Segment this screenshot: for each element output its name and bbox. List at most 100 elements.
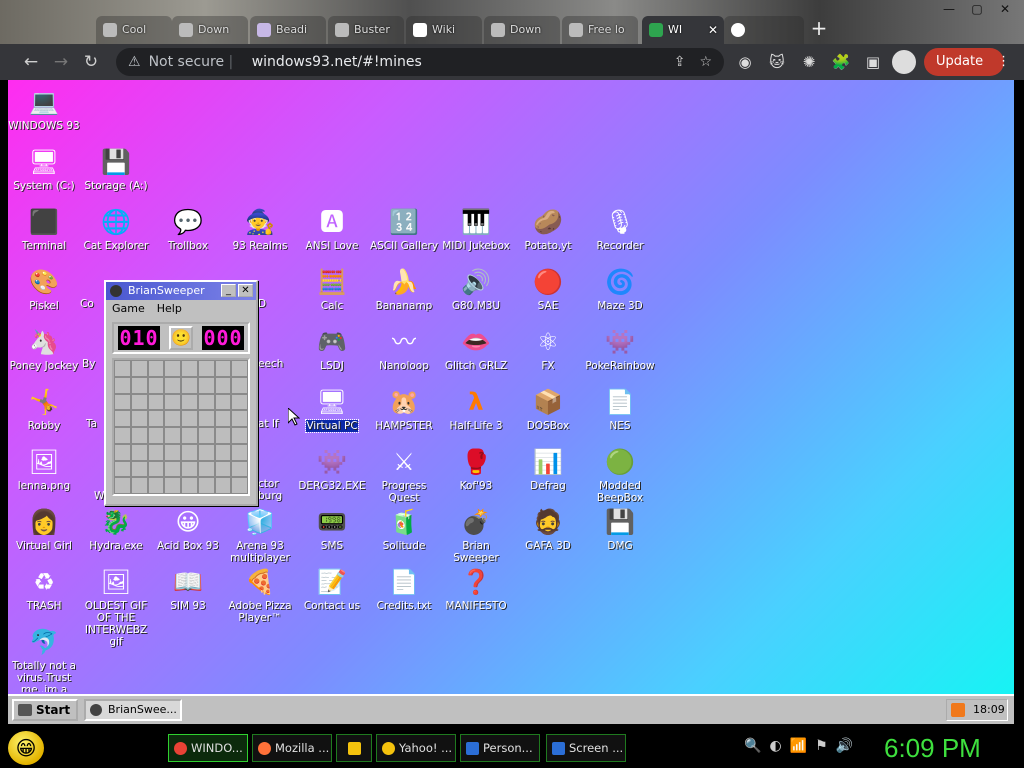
mine-cell[interactable]	[130, 410, 148, 427]
desktop-icon[interactable]: 😀 Acid Box 93	[152, 506, 224, 552]
close-button[interactable]: ✕	[238, 284, 253, 297]
mine-cell[interactable]	[181, 443, 198, 461]
desktop-icon[interactable]: 🐹 HAMPSTER	[368, 386, 440, 432]
smiley-reset-button[interactable]: 🙂	[169, 326, 193, 350]
desktop-icon[interactable]: 🦄 Poney Jockey	[8, 326, 80, 372]
bookmark-star-icon[interactable]: ☆	[699, 48, 712, 76]
profile-avatar[interactable]	[892, 50, 916, 74]
desktop-icon[interactable]: 📄 NES	[584, 386, 656, 432]
mine-cell[interactable]	[181, 376, 198, 394]
mine-cell[interactable]	[130, 360, 148, 377]
browser-tab[interactable]: Cool	[96, 16, 172, 44]
restore-button[interactable]: ▢	[966, 0, 988, 18]
mine-cell[interactable]	[114, 410, 131, 427]
desktop-icon[interactable]: 🎙 Recorder	[584, 206, 656, 252]
desktop-icon[interactable]: 🍌 Bananamp	[368, 266, 440, 312]
rss-icon[interactable]	[951, 703, 965, 717]
side-panel-icon[interactable]: ▣	[862, 51, 884, 73]
desktop-icon[interactable]: 📄 Credits.txt	[368, 566, 440, 612]
mine-cell[interactable]	[114, 477, 131, 494]
desktop-icon[interactable]: 📦 DOSBox	[512, 386, 584, 432]
mine-cell[interactable]	[231, 410, 248, 427]
mine-cell[interactable]	[130, 443, 148, 461]
desktop-icon[interactable]: ⚛ FX	[512, 326, 584, 372]
mine-cell[interactable]	[231, 393, 248, 411]
mine-cell[interactable]	[164, 360, 181, 377]
share-icon[interactable]: ⇪	[674, 48, 686, 76]
desktop-icon[interactable]: 🔴 SAE	[512, 266, 584, 312]
mine-cell[interactable]	[114, 360, 131, 377]
mine-cell[interactable]	[164, 477, 181, 494]
browser-tab-active[interactable]: WI ✕	[642, 16, 724, 44]
close-window-button[interactable]: ✕	[994, 0, 1016, 18]
mine-cell[interactable]	[147, 460, 165, 478]
mine-cell[interactable]	[114, 393, 131, 411]
mine-cell[interactable]	[197, 460, 215, 478]
mine-cell[interactable]	[231, 376, 248, 394]
mine-cell[interactable]	[197, 410, 215, 427]
desktop-icon[interactable]: 🖥 System (C:)	[8, 146, 80, 192]
desktop-icon[interactable]: 🌐 Cat Explorer	[80, 206, 152, 252]
volume-icon[interactable]: 🔊	[836, 738, 853, 754]
mine-cell[interactable]	[197, 393, 215, 411]
desktop-icon[interactable]: 📖 SIM 93	[152, 566, 224, 612]
desktop-icon[interactable]: 🌀 Maze 3D	[584, 266, 656, 312]
desktop-icon[interactable]: 🎹 MIDI Jukebox	[440, 206, 512, 252]
desktop-icon[interactable]: 📟 SMS	[296, 506, 368, 552]
desktop-icon[interactable]: 👾 DERG32.EXE	[296, 446, 368, 492]
status-icon[interactable]: ◐	[769, 738, 781, 754]
desktop-icon[interactable]: 📊 Defrag	[512, 446, 584, 492]
mine-cell[interactable]	[197, 427, 215, 444]
desktop-icon[interactable]: 🧮 Calc	[296, 266, 368, 312]
mine-cell[interactable]	[181, 393, 198, 411]
mine-cell[interactable]	[197, 477, 215, 494]
mine-cell[interactable]	[214, 460, 232, 478]
menu-game[interactable]: Game	[112, 300, 145, 318]
start-orb-smiley-icon[interactable]: 😁	[8, 731, 44, 765]
desktop-icon[interactable]: λ Half-Life 3	[440, 386, 512, 432]
desktop-icon[interactable]: 🤸 Robby	[8, 386, 80, 432]
desktop-icon[interactable]: 📝 Contact us	[296, 566, 368, 612]
host-task-button[interactable]: Mozilla ...	[252, 734, 332, 762]
mine-cell[interactable]	[147, 477, 165, 494]
address-bar[interactable]: ⚠ Not secure | windows93.net/#!mines ⇪ ☆	[116, 48, 724, 76]
mine-cell[interactable]	[114, 427, 131, 444]
browser-tab[interactable]: Down	[484, 16, 560, 44]
extension-gear-icon[interactable]: ✺	[798, 51, 820, 73]
mine-cell[interactable]	[214, 427, 232, 444]
mine-cell[interactable]	[214, 393, 232, 411]
mine-cell[interactable]	[164, 393, 181, 411]
back-icon[interactable]: ←	[16, 47, 46, 77]
desktop-icon[interactable]: 🐉 Hydra.exe	[80, 506, 152, 552]
mine-cell[interactable]	[181, 410, 198, 427]
desktop-icon[interactable]: 💬 Trollbox	[152, 206, 224, 252]
desktop-icon[interactable]: 🔢 ASCII Gallery	[368, 206, 440, 252]
desktop-icon[interactable]: 🟢 Modded BeepBox	[584, 446, 656, 504]
mine-cell[interactable]	[231, 427, 248, 444]
network-icon[interactable]: 📶	[790, 738, 807, 754]
mine-cell[interactable]	[231, 460, 248, 478]
host-task-button[interactable]	[336, 734, 372, 762]
mine-cell[interactable]	[130, 477, 148, 494]
mine-cell[interactable]	[214, 443, 232, 461]
desktop-icon[interactable]: 🅰 ANSI Love	[296, 206, 368, 252]
browser-tab[interactable]: Wiki	[406, 16, 482, 44]
mine-cell[interactable]	[130, 393, 148, 411]
mine-cell[interactable]	[231, 443, 248, 461]
desktop-icon[interactable]: ⚔ Progress Quest	[368, 446, 440, 504]
mine-cell[interactable]	[147, 427, 165, 444]
mine-cell[interactable]	[181, 477, 198, 494]
desktop-icon[interactable]: 👩 Virtual Girl	[8, 506, 80, 552]
mine-cell[interactable]	[181, 460, 198, 478]
new-tab-button[interactable]: +	[808, 18, 830, 40]
mine-cell[interactable]	[231, 360, 248, 377]
host-task-button[interactable]: WINDO...	[168, 734, 248, 762]
desktop-icon[interactable]: 🐬 Totally not a virus.Trust me..im a	[8, 626, 80, 692]
desktop-icon[interactable]: 🧃 Solitude	[368, 506, 440, 552]
start-button[interactable]: Start	[12, 699, 78, 721]
search-icon[interactable]: 🔍	[744, 738, 761, 754]
browser-tab[interactable]: Beadi	[250, 16, 326, 44]
desktop-icon[interactable]: 🧊 Arena 93 multiplayer	[224, 506, 296, 564]
browser-tab[interactable]: Free lo	[562, 16, 638, 44]
desktop-icon[interactable]: 🥊 Kof'93	[440, 446, 512, 492]
